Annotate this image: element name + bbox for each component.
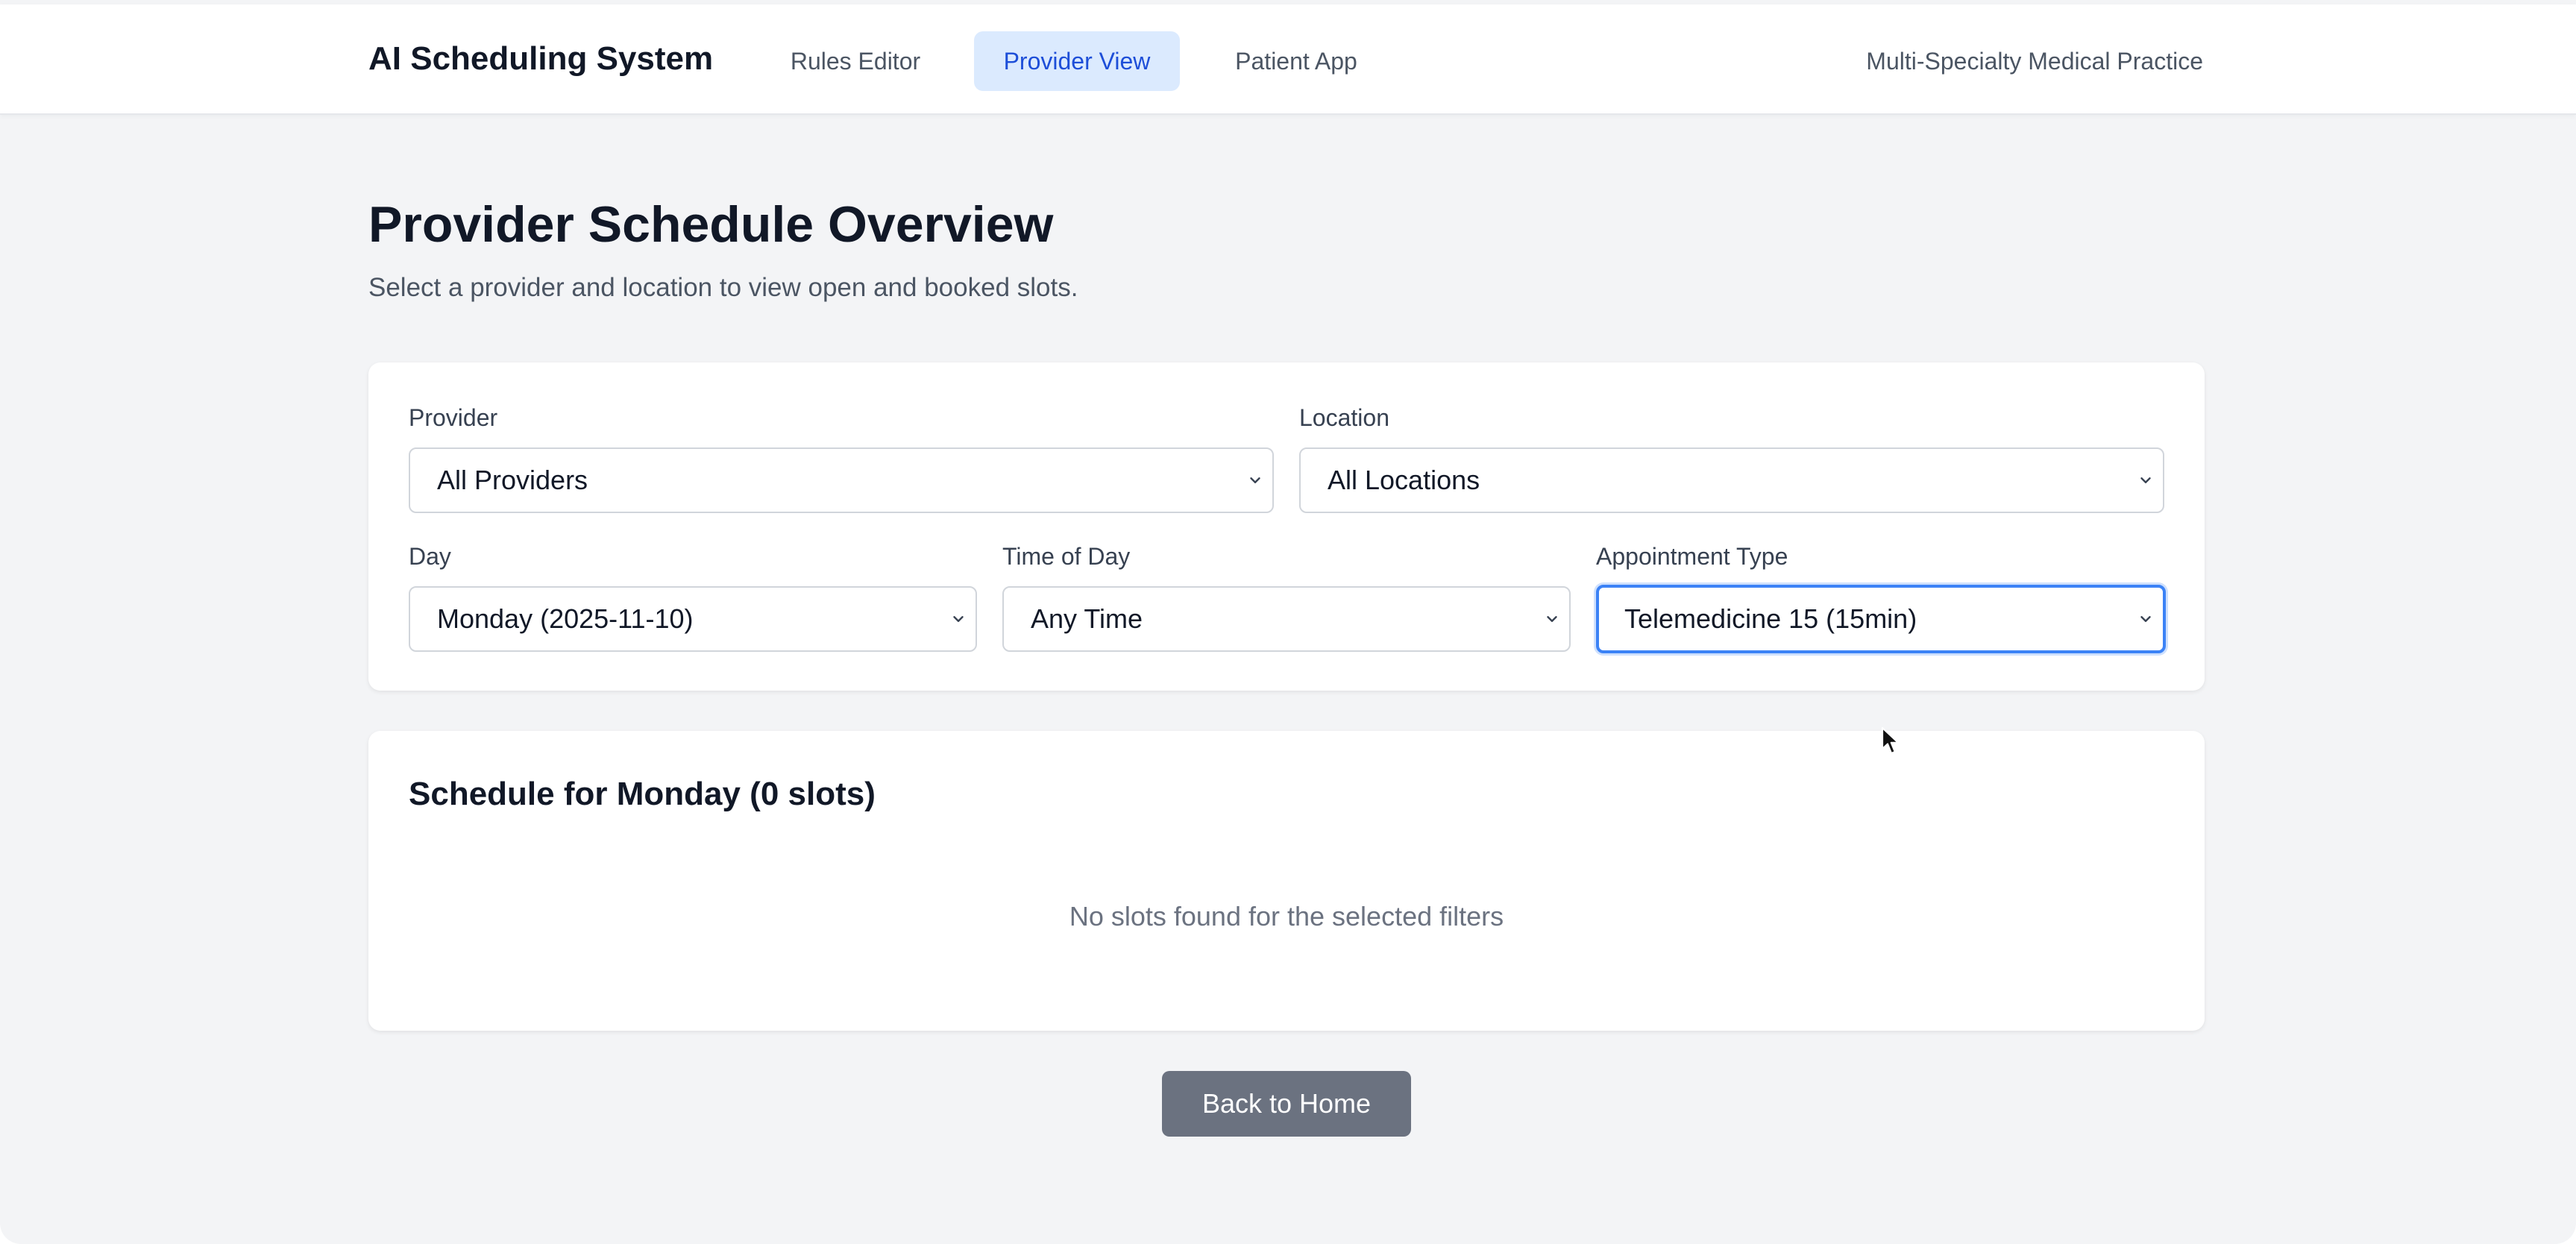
day-select-value: Monday (2025-11-10) bbox=[437, 603, 694, 634]
appointment-type-select[interactable]: Telemedicine 15 (15min) bbox=[1596, 585, 2166, 653]
chevron-down-icon bbox=[2140, 477, 2151, 483]
filters-card: Provider All Providers Location All Loca… bbox=[368, 362, 2205, 691]
chevron-down-icon bbox=[953, 616, 964, 622]
day-select[interactable]: Monday (2025-11-10) bbox=[409, 586, 977, 652]
back-to-home-button[interactable]: Back to Home bbox=[1162, 1071, 1411, 1137]
schedule-card: Schedule for Monday (0 slots) No slots f… bbox=[368, 731, 2205, 1031]
location-select[interactable]: All Locations bbox=[1299, 447, 2164, 513]
chevron-down-icon bbox=[1250, 477, 1260, 483]
appointment-type-label: Appointment Type bbox=[1596, 543, 1788, 570]
app-brand[interactable]: AI Scheduling System bbox=[368, 40, 713, 78]
provider-select-value: All Providers bbox=[437, 465, 588, 495]
top-nav-bar: AI Scheduling System Rules Editor Provid… bbox=[0, 4, 2576, 115]
page-title: Provider Schedule Overview bbox=[368, 196, 1054, 253]
location-label: Location bbox=[1299, 404, 1389, 431]
time-of-day-select-value: Any Time bbox=[1031, 603, 1143, 634]
page-subtitle: Select a provider and location to view o… bbox=[368, 273, 1078, 302]
time-of-day-select[interactable]: Any Time bbox=[1002, 586, 1571, 652]
mouse-cursor-icon bbox=[1881, 726, 1900, 755]
provider-label: Provider bbox=[409, 404, 498, 431]
tab-rules-editor[interactable]: Rules Editor bbox=[770, 31, 941, 91]
app-window: AI Scheduling System Rules Editor Provid… bbox=[0, 0, 2576, 1244]
empty-state-message: No slots found for the selected filters bbox=[1069, 901, 1504, 932]
appointment-type-select-value: Telemedicine 15 (15min) bbox=[1624, 603, 1917, 634]
chevron-down-icon bbox=[2140, 616, 2151, 622]
chevron-down-icon bbox=[1547, 616, 1557, 622]
practice-name: Multi-Specialty Medical Practice bbox=[1866, 48, 2203, 75]
day-label: Day bbox=[409, 543, 451, 570]
schedule-title: Schedule for Monday (0 slots) bbox=[409, 776, 876, 812]
tab-patient-app[interactable]: Patient App bbox=[1213, 31, 1380, 91]
tab-provider-view[interactable]: Provider View bbox=[974, 31, 1180, 91]
time-of-day-label: Time of Day bbox=[1002, 543, 1131, 570]
provider-select[interactable]: All Providers bbox=[409, 447, 1274, 513]
location-select-value: All Locations bbox=[1328, 465, 1480, 495]
